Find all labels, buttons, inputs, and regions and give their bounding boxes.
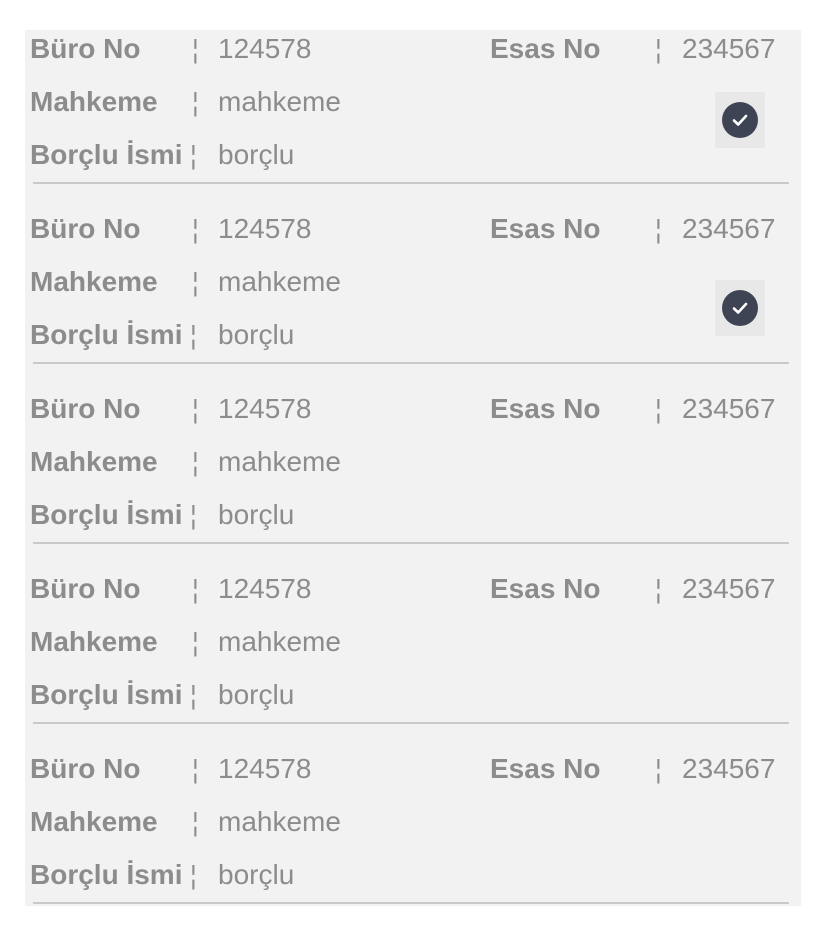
buro-no-value: 124578 (218, 33, 312, 64)
list-item[interactable]: Büro No ¦ 124578 Mahkeme ¦ mahkeme Borçl… (25, 750, 801, 930)
esas-no-value: 234567 (682, 753, 776, 784)
buro-no-label: Büro No (30, 753, 141, 784)
buro-no-value: 124578 (218, 213, 312, 244)
separator: ¦ (192, 34, 199, 64)
borclu-ismi-value: borçlu (218, 319, 295, 350)
borclu-ismi-label: Borçlu İsmi (30, 859, 183, 890)
esas-no-label: Esas No (490, 573, 601, 604)
separator: ¦ (192, 754, 199, 784)
borclu-ismi-label: Borçlu İsmi (30, 679, 183, 710)
separator: ¦ (192, 214, 199, 244)
check-circle-icon (722, 290, 758, 326)
divider (33, 182, 789, 184)
separator: ¦ (190, 320, 197, 350)
check-circle-icon (722, 102, 758, 138)
separator: ¦ (192, 267, 199, 297)
list-item[interactable]: Büro No ¦ 124578 Mahkeme ¦ mahkeme Borçl… (25, 30, 801, 210)
buro-no-value: 124578 (218, 393, 312, 424)
record-list: Büro No ¦ 124578 Mahkeme ¦ mahkeme Borçl… (25, 30, 801, 906)
select-checkbox[interactable] (715, 280, 765, 336)
separator: ¦ (190, 500, 197, 530)
divider (33, 902, 789, 904)
list-item[interactable]: Büro No ¦ 124578 Mahkeme ¦ mahkeme Borçl… (25, 390, 801, 570)
separator: ¦ (192, 87, 199, 117)
separator: ¦ (192, 574, 199, 604)
borclu-ismi-label: Borçlu İsmi (30, 319, 183, 350)
mahkeme-label: Mahkeme (30, 626, 158, 657)
mahkeme-label: Mahkeme (30, 86, 158, 117)
mahkeme-value: mahkeme (218, 86, 341, 117)
separator: ¦ (190, 140, 197, 170)
mahkeme-value: mahkeme (218, 626, 341, 657)
esas-no-value: 234567 (682, 213, 776, 244)
borclu-ismi-label: Borçlu İsmi (30, 499, 183, 530)
select-checkbox[interactable] (715, 92, 765, 148)
esas-no-label: Esas No (490, 753, 601, 784)
separator: ¦ (192, 807, 199, 837)
borclu-ismi-value: borçlu (218, 139, 295, 170)
esas-no-value: 234567 (682, 33, 776, 64)
mahkeme-label: Mahkeme (30, 806, 158, 837)
buro-no-label: Büro No (30, 33, 141, 64)
borclu-ismi-label: Borçlu İsmi (30, 139, 183, 170)
separator: ¦ (192, 627, 199, 657)
buro-no-label: Büro No (30, 213, 141, 244)
mahkeme-value: mahkeme (218, 446, 341, 477)
separator: ¦ (655, 754, 662, 784)
divider (33, 362, 789, 364)
separator: ¦ (655, 214, 662, 244)
separator: ¦ (655, 394, 662, 424)
separator: ¦ (192, 447, 199, 477)
list-item[interactable]: Büro No ¦ 124578 Mahkeme ¦ mahkeme Borçl… (25, 210, 801, 390)
separator: ¦ (192, 394, 199, 424)
separator: ¦ (655, 574, 662, 604)
divider (33, 722, 789, 724)
buro-no-label: Büro No (30, 393, 141, 424)
borclu-ismi-value: borçlu (218, 499, 295, 530)
esas-no-label: Esas No (490, 393, 601, 424)
mahkeme-value: mahkeme (218, 806, 341, 837)
separator: ¦ (655, 34, 662, 64)
esas-no-label: Esas No (490, 213, 601, 244)
buro-no-value: 124578 (218, 573, 312, 604)
list-item[interactable]: Büro No ¦ 124578 Mahkeme ¦ mahkeme Borçl… (25, 570, 801, 750)
separator: ¦ (190, 680, 197, 710)
buro-no-value: 124578 (218, 753, 312, 784)
esas-no-label: Esas No (490, 33, 601, 64)
borclu-ismi-value: borçlu (218, 859, 295, 890)
esas-no-value: 234567 (682, 573, 776, 604)
esas-no-value: 234567 (682, 393, 776, 424)
mahkeme-label: Mahkeme (30, 266, 158, 297)
buro-no-label: Büro No (30, 573, 141, 604)
borclu-ismi-value: borçlu (218, 679, 295, 710)
mahkeme-value: mahkeme (218, 266, 341, 297)
mahkeme-label: Mahkeme (30, 446, 158, 477)
separator: ¦ (190, 860, 197, 890)
divider (33, 542, 789, 544)
